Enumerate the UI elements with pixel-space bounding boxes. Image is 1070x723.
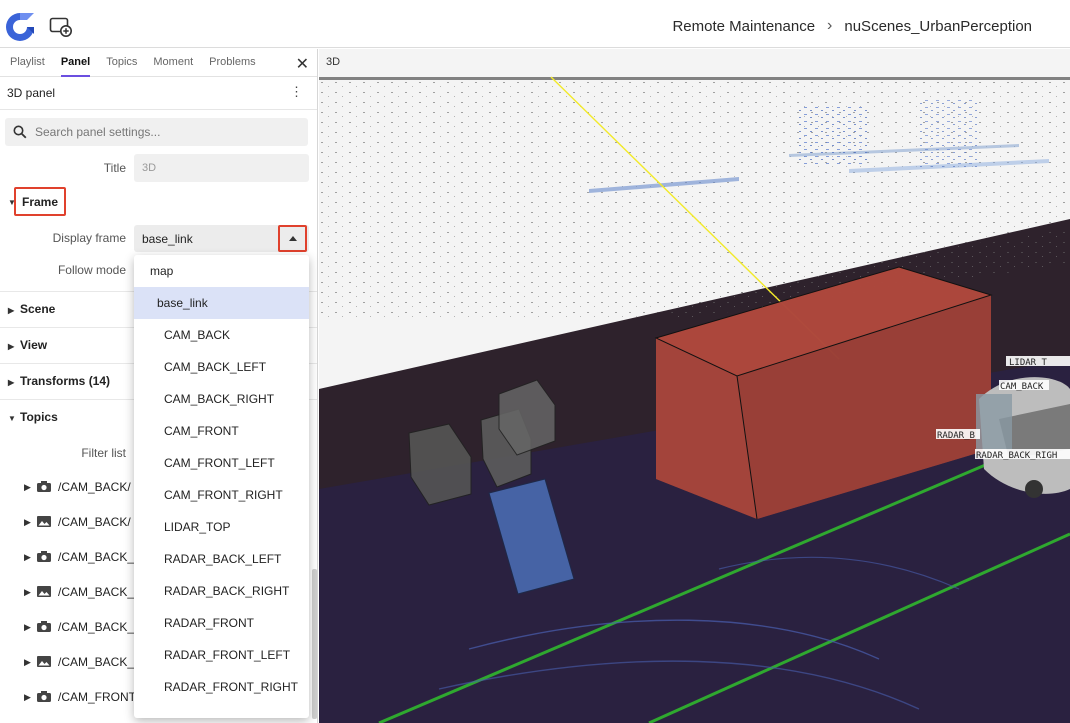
caret-right-icon: ▶ <box>8 342 15 351</box>
topic-label: /CAM_BACK/ <box>58 480 131 494</box>
dropdown-toggle-button[interactable] <box>278 225 307 252</box>
search-placeholder: Search panel settings... <box>35 125 161 139</box>
sidebar-scrollbar[interactable] <box>312 569 317 719</box>
caret-down-icon: ▼ <box>8 414 16 423</box>
tab-moment[interactable]: Moment <box>153 56 193 76</box>
chevron-right-icon: › <box>827 17 833 34</box>
topic-label: /CAM_BACK_ <box>58 655 135 669</box>
dropdown-option-cam-back-right[interactable]: CAM_BACK_RIGHT <box>134 383 309 415</box>
add-panel-icon[interactable] <box>49 16 73 38</box>
caret-right-icon: ▶ <box>24 516 31 527</box>
section-view[interactable]: ▶ View <box>8 338 47 352</box>
scene-label-lidar: LIDAR_T <box>1009 358 1048 368</box>
caret-right-icon: ▶ <box>24 586 31 597</box>
dropdown-option-radar-front-right[interactable]: RADAR_FRONT_RIGHT <box>134 671 309 703</box>
follow-mode-label: Follow mode <box>57 263 126 277</box>
topic-row[interactable]: ▶ /CAM_FRONT <box>24 690 136 704</box>
scene-label-radar: RADAR_B <box>937 431 975 441</box>
sidebar-tabs: Playlist Panel Topics Moment Problems ✕ <box>0 49 317 77</box>
top-bar: Remote Maintenance › nuScenes_UrbanPerce… <box>0 0 1070 48</box>
topic-label: /CAM_BACK_ <box>58 620 135 634</box>
image-icon <box>36 585 54 599</box>
camera-icon <box>36 550 54 564</box>
dropdown-option-base-link[interactable]: base_link <box>134 287 309 319</box>
dropdown-option-radar-front[interactable]: RADAR_FRONT <box>134 607 309 639</box>
caret-right-icon: ▶ <box>8 306 15 315</box>
caret-right-icon: ▶ <box>8 378 15 387</box>
dropdown-option-cam-front-left[interactable]: CAM_FRONT_LEFT <box>134 447 309 479</box>
topic-row[interactable]: ▶ /CAM_BACK_ <box>24 620 134 634</box>
caret-right-icon: ▶ <box>24 656 31 667</box>
display-frame-value: base_link <box>142 232 193 246</box>
topic-row[interactable]: ▶ /CAM_BACK/ <box>24 515 131 529</box>
image-icon <box>36 655 54 669</box>
dropdown-option-cam-back-left[interactable]: CAM_BACK_LEFT <box>134 351 309 383</box>
display-frame-label: Display frame <box>52 231 126 245</box>
tab-panel[interactable]: Panel <box>60 56 91 77</box>
scene-label-radar-back: RADAR_BACK_RIGH <box>976 451 1057 461</box>
topic-row[interactable]: ▶ /CAM_BACK_ <box>24 550 134 564</box>
dropdown-option-radar-front-left[interactable]: RADAR_FRONT_LEFT <box>134 639 309 671</box>
search-input[interactable]: Search panel settings... <box>5 118 308 146</box>
app-logo-icon[interactable] <box>3 10 37 44</box>
title-label: Title <box>103 161 126 175</box>
section-transforms[interactable]: ▶ Transforms (14) <box>8 374 110 388</box>
search-icon <box>13 125 27 139</box>
caret-right-icon: ▶ <box>24 481 31 492</box>
tab-playlist[interactable]: Playlist <box>10 56 45 76</box>
breadcrumb: Remote Maintenance › nuScenes_UrbanPerce… <box>672 17 1032 35</box>
topic-label: /CAM_BACK_ <box>58 550 135 564</box>
topic-label: /CAM_FRONT <box>58 690 136 704</box>
caret-up-icon <box>289 236 297 241</box>
more-options-icon[interactable]: ⋮ <box>290 85 303 98</box>
filter-list-label: Filter list <box>81 446 126 460</box>
title-field[interactable]: 3D <box>134 154 309 182</box>
display-frame-select[interactable]: base_link <box>134 225 309 252</box>
camera-icon <box>36 620 54 634</box>
caret-right-icon: ▶ <box>24 621 31 632</box>
section-topics[interactable]: ▼ Topics <box>8 410 58 424</box>
topic-label: /CAM_BACK_ <box>58 585 135 599</box>
frame-section-header[interactable]: Frame <box>22 195 58 209</box>
dropdown-option-cam-back[interactable]: CAM_BACK <box>134 319 309 351</box>
topic-row[interactable]: ▶ /CAM_BACK_ <box>24 655 134 669</box>
dropdown-option-map[interactable]: map <box>134 255 309 287</box>
tab-topics[interactable]: Topics <box>106 56 137 76</box>
3d-viewport[interactable]: LIDAR_T CAM_BACK RADAR_B RADAR_BACK_RIGH… <box>319 49 1070 723</box>
dropdown-option-cam-front-right[interactable]: CAM_FRONT_RIGHT <box>134 479 309 511</box>
close-icon[interactable]: ✕ <box>296 54 309 74</box>
dropdown-option-cam-front[interactable]: CAM_FRONT <box>134 415 309 447</box>
image-icon <box>36 515 54 529</box>
dropdown-option-lidar-top[interactable]: LIDAR_TOP <box>134 511 309 543</box>
section-scene[interactable]: ▶ Scene <box>8 302 55 316</box>
viewport-title: 3D <box>326 56 341 68</box>
camera-icon <box>36 480 54 494</box>
dropdown-option-radar-back-left[interactable]: RADAR_BACK_LEFT <box>134 543 309 575</box>
breadcrumb-project[interactable]: nuScenes_UrbanPerception <box>844 18 1032 35</box>
dropdown-option-radar-back-right[interactable]: RADAR_BACK_RIGHT <box>134 575 309 607</box>
caret-right-icon: ▶ <box>24 691 31 702</box>
breadcrumb-workspace[interactable]: Remote Maintenance <box>672 18 815 35</box>
display-frame-dropdown: map base_link CAM_BACK CAM_BACK_LEFT CAM… <box>134 255 309 718</box>
panel-title: 3D panel <box>7 86 56 100</box>
topic-row[interactable]: ▶ /CAM_BACK_ <box>24 585 134 599</box>
tab-problems[interactable]: Problems <box>209 56 255 76</box>
topic-label: /CAM_BACK/ <box>58 515 131 529</box>
topic-row[interactable]: ▶ /CAM_BACK/ <box>24 480 131 494</box>
caret-right-icon: ▶ <box>24 551 31 562</box>
camera-icon <box>36 690 54 704</box>
3d-scene[interactable]: LIDAR_T CAM_BACK RADAR_B RADAR_BACK_RIGH <box>319 49 1070 723</box>
panel-title-row: 3D panel ⋮ <box>0 77 317 110</box>
scene-label-cam: CAM_BACK <box>1000 382 1044 392</box>
